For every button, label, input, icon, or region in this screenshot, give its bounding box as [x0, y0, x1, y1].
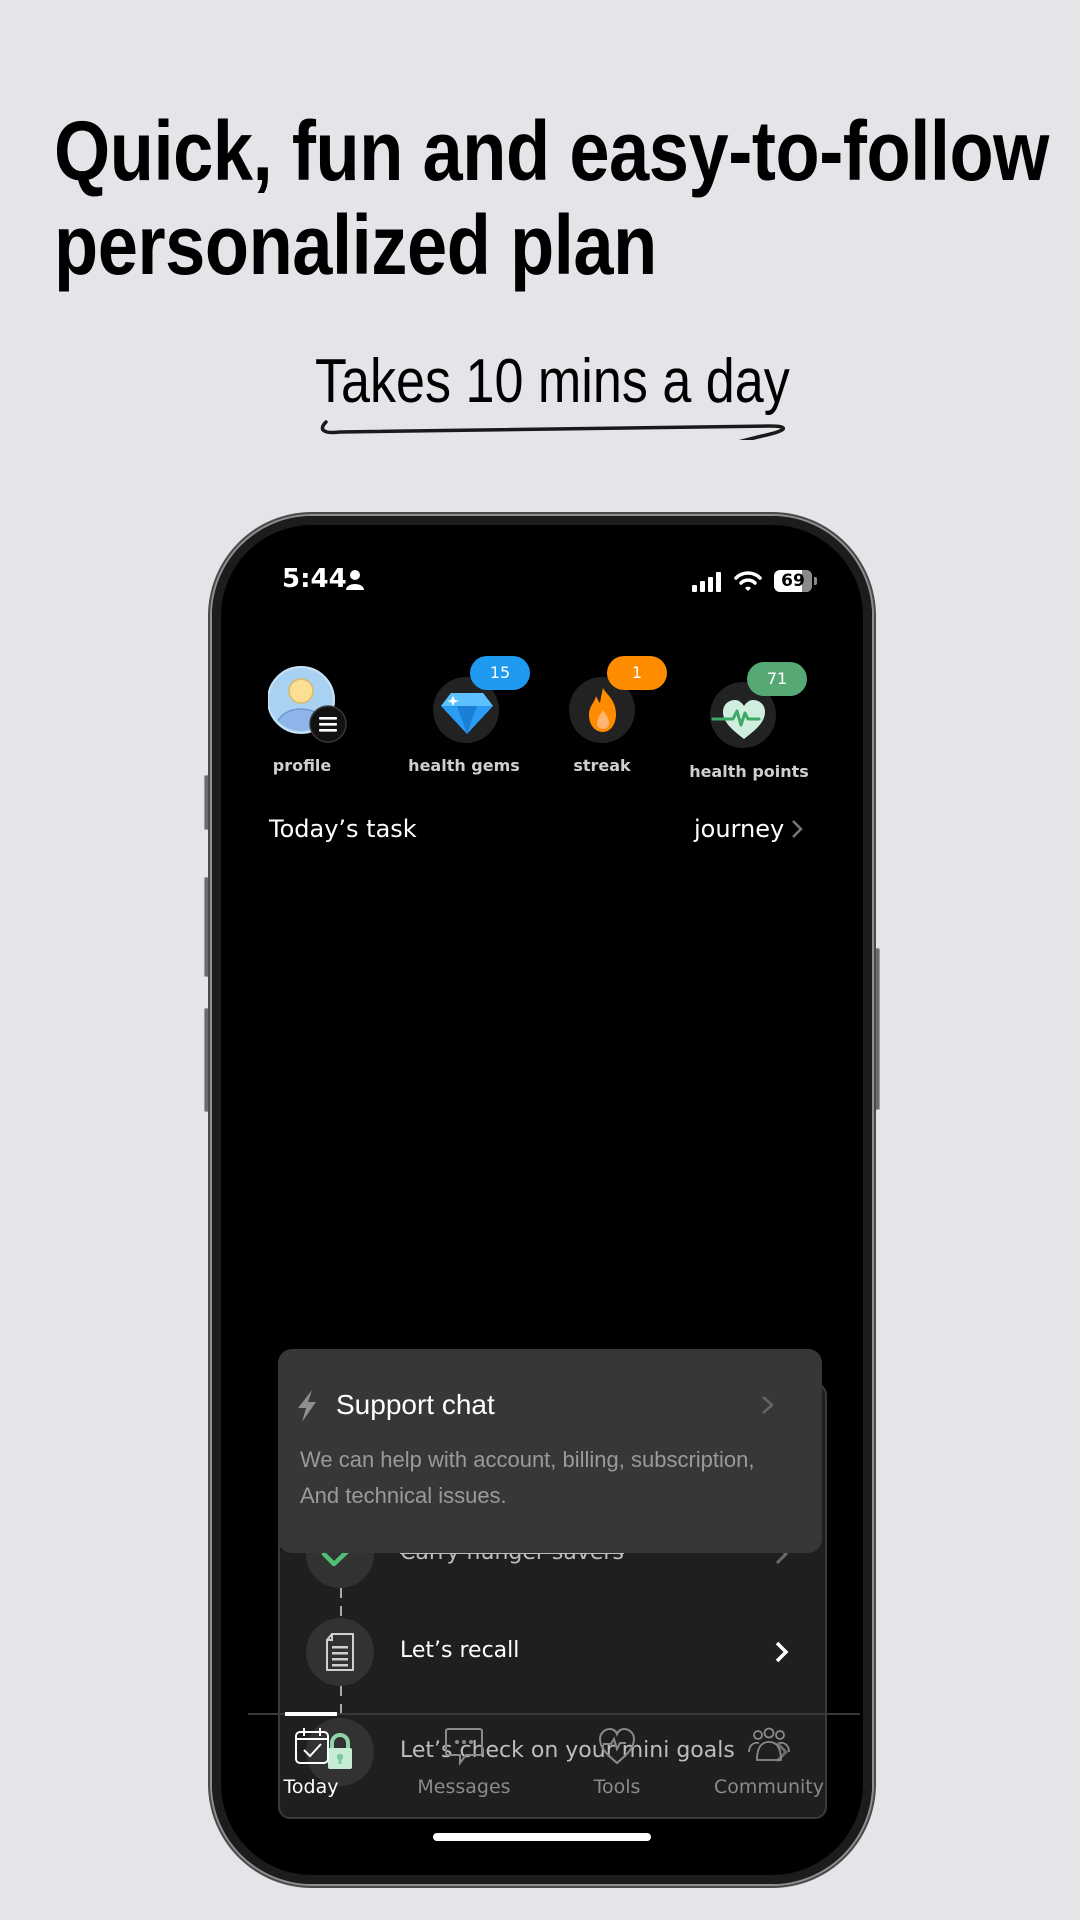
- tab-bar-divider: [248, 1713, 860, 1715]
- scribble-underline: [320, 420, 785, 440]
- streak-count-badge: 1: [607, 656, 667, 690]
- chevron-right-icon: [775, 1641, 789, 1663]
- power-button: [872, 948, 880, 1110]
- battery-level: 69: [781, 571, 805, 591]
- journey-label: journey: [694, 815, 785, 843]
- diamond-icon: [441, 693, 493, 734]
- document-icon: [326, 1633, 354, 1671]
- tab-today[interactable]: Today: [231, 1720, 391, 1810]
- stat-label: streak: [573, 756, 631, 775]
- support-body-line: We can help with account, billing, subsc…: [300, 1447, 755, 1472]
- heart-pulse-icon: [598, 1727, 636, 1765]
- battery-icon: 69: [774, 570, 812, 592]
- stat-profile[interactable]: profile: [257, 666, 347, 786]
- task-row[interactable]: Let’s recall: [306, 1618, 806, 1686]
- stat-label: health gems: [408, 756, 520, 775]
- tab-label: Community: [714, 1776, 824, 1798]
- todays-task-title: Today’s task: [269, 815, 417, 843]
- chevron-right-icon: [792, 820, 803, 838]
- status-time: 5:44: [282, 564, 347, 594]
- stat-streak[interactable]: 1 streak: [542, 656, 667, 786]
- gems-count-badge: 15: [470, 656, 530, 690]
- profile-avatar-icon: [268, 666, 347, 743]
- people-group-icon: [748, 1727, 790, 1761]
- tab-messages[interactable]: Messages: [384, 1720, 544, 1810]
- stat-health-points[interactable]: 71 health points: [679, 662, 819, 792]
- headline-line-2: personalized plan: [54, 198, 657, 292]
- lightning-icon: [298, 1390, 316, 1422]
- support-chat-card[interactable]: Support chat We can help with account, b…: [278, 1349, 822, 1553]
- points-count-badge: 71: [747, 662, 807, 696]
- home-indicator[interactable]: [433, 1833, 651, 1841]
- task-status-circle: [306, 1618, 374, 1686]
- battery-tip: [814, 577, 817, 585]
- task-label: Let’s recall: [400, 1638, 520, 1663]
- support-chat-title: Support chat: [336, 1389, 495, 1420]
- phone-frame: 5:44 69 profile 15 health gems 1 streak …: [212, 516, 872, 1884]
- journey-link[interactable]: journey: [694, 815, 804, 843]
- flame-icon: [589, 688, 616, 732]
- stat-health-gems[interactable]: 15 health gems: [404, 656, 530, 786]
- active-tab-indicator: [285, 1712, 337, 1716]
- tab-label: Tools: [593, 1776, 641, 1798]
- stat-label: health points: [689, 762, 809, 781]
- wifi-icon: [734, 571, 762, 591]
- heart-pulse-icon: [711, 700, 765, 739]
- person-icon: [346, 570, 364, 590]
- tab-community[interactable]: Community: [689, 1720, 849, 1810]
- support-body-line: And technical issues.: [300, 1483, 507, 1508]
- phone-screen: 5:44 69 profile 15 health gems 1 streak …: [224, 528, 860, 1872]
- calendar-check-icon: [295, 1728, 329, 1764]
- headline-line-1: Quick, fun and easy-to-follow: [54, 104, 1049, 198]
- support-chat-description: We can help with account, billing, subsc…: [300, 1442, 755, 1514]
- tab-label: Messages: [417, 1776, 511, 1798]
- chevron-right-icon: [762, 1396, 774, 1414]
- timeline-connector: [340, 1588, 342, 1618]
- marketing-headline: Quick, fun and easy-to-follow personaliz…: [54, 104, 1049, 292]
- tab-tools[interactable]: Tools: [537, 1720, 697, 1810]
- signal-icon: [692, 572, 721, 592]
- chat-bubble-icon: [445, 1728, 483, 1766]
- tab-label: Today: [283, 1776, 339, 1798]
- stat-label: profile: [272, 756, 332, 775]
